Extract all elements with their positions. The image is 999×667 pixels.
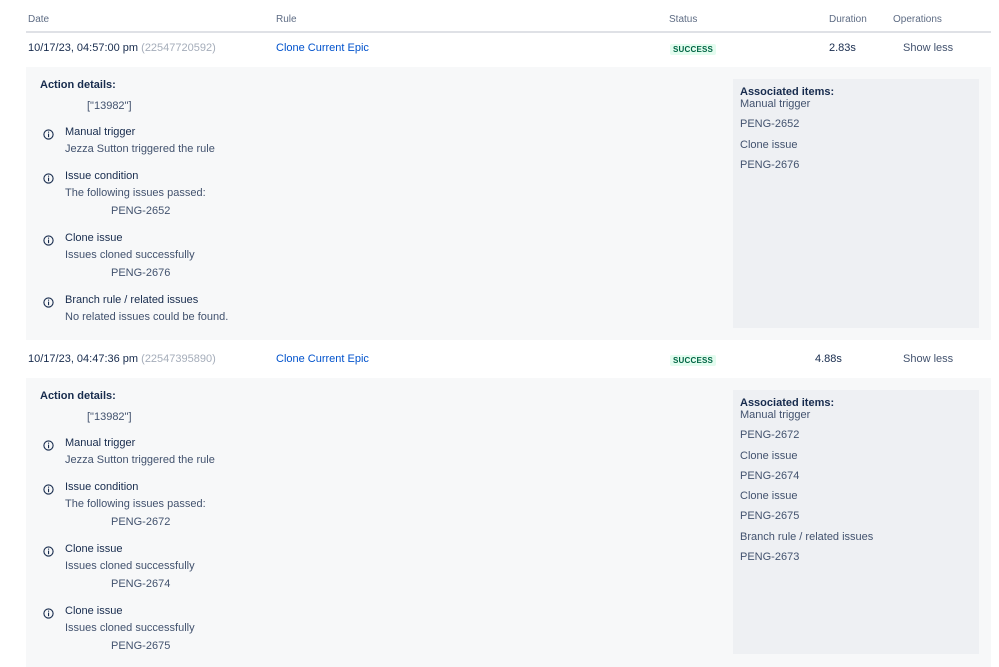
step-description: The following issues passed:	[65, 498, 206, 510]
step-issue-key: PENG-2676	[111, 267, 171, 279]
associated-items-label: Associated items:	[740, 86, 835, 98]
show-less-button[interactable]: Show less	[903, 42, 953, 54]
row-date: 10/17/23, 04:57:00 pm (22547720592)	[28, 42, 216, 54]
info-circle-icon	[43, 544, 54, 557]
action-details-value: ["13982"]	[87, 411, 132, 423]
associated-item: Branch rule / related issues	[740, 531, 874, 543]
execution-id: (22547395890)	[141, 353, 216, 365]
info-circle-icon	[43, 127, 54, 140]
show-less-button[interactable]: Show less	[903, 353, 953, 365]
info-circle-icon	[43, 438, 54, 451]
action-details-label: Action details:	[40, 79, 116, 91]
step-issue-key: PENG-2652	[111, 205, 171, 217]
step-title: Manual trigger	[65, 437, 136, 449]
row-date: 10/17/23, 04:47:36 pm (22547395890)	[28, 353, 216, 365]
column-header-operations: Operations	[893, 14, 942, 25]
step-title: Clone issue	[65, 605, 123, 617]
duration-value: 2.83s	[829, 42, 856, 54]
info-circle-icon	[43, 606, 54, 619]
associated-item: Clone issue	[740, 139, 798, 151]
date-value: 10/17/23, 04:57:00 pm	[28, 42, 139, 54]
header-divider	[26, 31, 991, 33]
step-title: Issue condition	[65, 170, 139, 182]
column-header-rule: Rule	[276, 14, 297, 25]
step-description: Issues cloned successfully	[65, 560, 195, 572]
info-circle-icon	[43, 171, 54, 184]
associated-issue-link[interactable]: PENG-2652	[740, 118, 799, 130]
associated-issue-link[interactable]: PENG-2676	[740, 159, 799, 171]
associated-item: Clone issue	[740, 450, 798, 462]
step-issue-key: PENG-2672	[111, 516, 171, 528]
step-issue-key: PENG-2675	[111, 640, 171, 652]
associated-issue-link[interactable]: PENG-2674	[740, 470, 799, 482]
execution-id: (22547720592)	[141, 42, 216, 54]
rule-link[interactable]: Clone Current Epic	[276, 42, 369, 54]
associated-issue-link[interactable]: PENG-2673	[740, 551, 799, 563]
column-header-duration: Duration	[829, 14, 867, 25]
action-details-value: ["13982"]	[87, 100, 132, 112]
rule-link[interactable]: Clone Current Epic	[276, 353, 369, 365]
info-circle-icon	[43, 233, 54, 246]
info-circle-icon	[43, 482, 54, 495]
duration-value: 4.88s	[815, 353, 842, 365]
step-title: Clone issue	[65, 232, 123, 244]
step-title: Manual trigger	[65, 126, 136, 138]
associated-item: Manual trigger	[740, 98, 811, 110]
step-title: Branch rule / related issues	[65, 294, 199, 306]
info-circle-icon	[43, 295, 54, 308]
associated-item: Manual trigger	[740, 409, 811, 421]
column-header-date: Date	[28, 14, 50, 25]
step-description: Issues cloned successfully	[65, 622, 195, 634]
associated-issue-link[interactable]: PENG-2675	[740, 510, 799, 522]
step-description: No related issues could be found.	[65, 311, 229, 323]
step-description: Jezza Sutton triggered the rule	[65, 143, 215, 155]
step-description: The following issues passed:	[65, 187, 206, 199]
action-details-label: Action details:	[40, 390, 116, 402]
step-issue-key: PENG-2674	[111, 578, 171, 590]
status-badge: SUCCESS	[670, 44, 717, 55]
associated-issue-link[interactable]: PENG-2672	[740, 429, 799, 441]
step-description: Jezza Sutton triggered the rule	[65, 454, 215, 466]
column-header-status: Status	[669, 14, 698, 25]
date-value: 10/17/23, 04:47:36 pm	[28, 353, 139, 365]
associated-items-panel	[733, 79, 979, 328]
step-title: Clone issue	[65, 543, 123, 555]
step-title: Issue condition	[65, 481, 139, 493]
associated-items-label: Associated items:	[740, 397, 835, 409]
associated-item: Clone issue	[740, 490, 798, 502]
status-badge: SUCCESS	[670, 355, 717, 366]
step-description: Issues cloned successfully	[65, 249, 195, 261]
